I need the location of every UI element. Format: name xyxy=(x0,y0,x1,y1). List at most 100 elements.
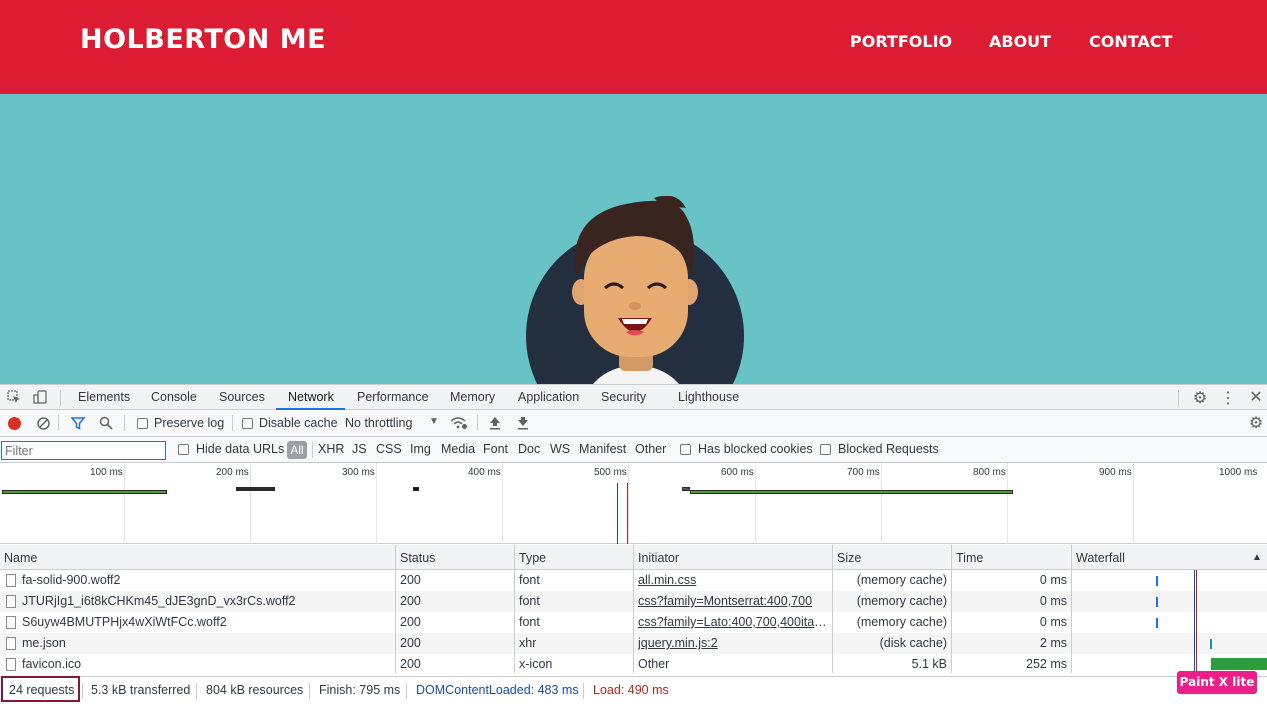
timeline-tick: 200 ms xyxy=(216,467,249,478)
column-header-initiator[interactable]: Initiator xyxy=(638,551,679,565)
request-time: 0 ms xyxy=(1039,615,1067,629)
request-name: fa-solid-900.woff2 xyxy=(22,573,121,587)
separator xyxy=(406,683,407,699)
avatar-illustration xyxy=(526,196,744,384)
record-icon[interactable] xyxy=(8,417,21,430)
separator xyxy=(1178,390,1179,406)
hide-data-urls-checkbox[interactable] xyxy=(178,444,189,455)
hero-section xyxy=(0,94,1267,384)
tab-elements[interactable]: Elements xyxy=(78,390,130,404)
tab-application[interactable]: Application xyxy=(518,390,579,404)
tab-lighthouse[interactable]: Lighthouse xyxy=(678,390,739,404)
request-name: S6uyw4BMUTPHjx4wXiWtFCc.woff2 xyxy=(22,615,227,629)
network-conditions-wifi-icon[interactable] xyxy=(450,415,468,431)
filter-input[interactable] xyxy=(1,441,166,460)
type-filter-doc[interactable]: Doc xyxy=(518,442,540,456)
network-settings-gear-icon[interactable]: ⚙ xyxy=(1247,414,1265,432)
timeline-tick: 100 ms xyxy=(90,467,123,478)
column-header-status[interactable]: Status xyxy=(400,551,435,565)
throttling-select[interactable]: No throttling xyxy=(345,416,412,430)
nav-contact-link[interactable]: CONTACT xyxy=(1089,32,1172,51)
type-filter-media[interactable]: Media xyxy=(441,442,475,456)
request-initiator-link[interactable]: css?family=Lato:400,700,400itali... xyxy=(638,615,828,629)
column-header-waterfall[interactable]: Waterfall xyxy=(1076,551,1125,565)
request-status: 200 xyxy=(400,594,421,608)
waterfall-bar xyxy=(1156,576,1158,586)
type-filter-other[interactable]: Other xyxy=(635,442,666,456)
filter-funnel-icon[interactable] xyxy=(70,415,86,431)
preserve-log-checkbox[interactable] xyxy=(137,418,148,429)
column-header-type[interactable]: Type xyxy=(519,551,546,565)
paint-x-lite-badge[interactable]: Paint X lite xyxy=(1177,671,1257,694)
search-icon[interactable] xyxy=(98,415,114,431)
type-filter-font[interactable]: Font xyxy=(483,442,508,456)
column-divider xyxy=(633,545,634,673)
site-title[interactable]: HOLBERTON ME xyxy=(80,24,326,55)
grid-line xyxy=(250,463,251,544)
separator xyxy=(309,683,310,699)
tab-memory[interactable]: Memory xyxy=(450,390,495,404)
request-type: font xyxy=(519,615,540,629)
file-icon xyxy=(6,658,16,671)
type-filter-css[interactable]: CSS xyxy=(376,442,402,456)
column-divider xyxy=(1071,545,1072,673)
nav-portfolio-link[interactable]: PORTFOLIO xyxy=(850,32,952,51)
request-size: (memory cache) xyxy=(856,594,947,608)
type-filter-all[interactable]: All xyxy=(287,441,307,459)
request-size: (disk cache) xyxy=(879,636,947,650)
timeline-tick: 400 ms xyxy=(468,467,501,478)
column-header-time[interactable]: Time xyxy=(956,551,983,565)
timeline-tick: 700 ms xyxy=(847,467,880,478)
import-har-upload-icon[interactable] xyxy=(488,415,502,431)
close-icon[interactable]: ✕ xyxy=(1248,388,1264,406)
finish-time: Finish: 795 ms xyxy=(319,683,401,697)
column-header-name[interactable]: Name xyxy=(4,551,37,565)
has-blocked-cookies-checkbox[interactable] xyxy=(680,444,691,455)
devtools-panel: Elements Console Sources Network Perform… xyxy=(0,384,1267,704)
type-filter-js[interactable]: JS xyxy=(352,442,367,456)
inspect-element-icon[interactable] xyxy=(6,389,22,405)
waterfall-bar xyxy=(1210,639,1212,649)
file-icon xyxy=(6,637,16,650)
device-toolbar-icon[interactable] xyxy=(32,389,48,405)
disable-cache-checkbox[interactable] xyxy=(242,418,253,429)
grid-line xyxy=(376,463,377,544)
load-time: Load: 490 ms xyxy=(593,683,669,697)
file-icon xyxy=(6,616,16,629)
tab-security[interactable]: Security xyxy=(601,390,646,404)
request-initiator-link[interactable]: all.min.css xyxy=(638,573,828,587)
disable-cache-label: Disable cache xyxy=(259,416,338,430)
grid-line xyxy=(1007,463,1008,544)
nav-about-link[interactable]: ABOUT xyxy=(989,32,1051,51)
clear-icon[interactable] xyxy=(35,415,51,431)
tab-network[interactable]: Network xyxy=(288,390,334,404)
type-filter-xhr[interactable]: XHR xyxy=(318,442,344,456)
type-filter-ws[interactable]: WS xyxy=(550,442,570,456)
export-har-download-icon[interactable] xyxy=(516,415,530,431)
timeline-tick: 800 ms xyxy=(973,467,1006,478)
grid-line xyxy=(881,463,882,544)
blocked-requests-checkbox[interactable] xyxy=(820,444,831,455)
column-divider xyxy=(395,545,396,673)
resources-size: 804 kB resources xyxy=(206,683,304,697)
tab-console[interactable]: Console xyxy=(151,390,197,404)
tab-performance[interactable]: Performance xyxy=(357,390,429,404)
transferred-size: 5.3 kB transferred xyxy=(91,683,191,697)
settings-gear-icon[interactable]: ⚙ xyxy=(1191,389,1209,407)
request-name: JTURjIg1_i6t8kCHKm45_dJE3gnD_vx3rCs.woff… xyxy=(22,594,296,608)
column-header-size[interactable]: Size xyxy=(837,551,861,565)
timeline-overview[interactable]: 100 ms 200 ms 300 ms 400 ms 500 ms 600 m… xyxy=(0,463,1267,544)
request-initiator-link[interactable]: jquery.min.js:2 xyxy=(638,636,828,650)
overview-request-bar xyxy=(690,490,1013,494)
separator xyxy=(477,415,478,431)
type-filter-img[interactable]: Img xyxy=(410,442,431,456)
chevron-down-icon[interactable]: ▼ xyxy=(429,416,439,427)
filter-bar: Hide data URLs All XHR JS CSS Img Media … xyxy=(0,437,1267,463)
more-options-icon[interactable]: ⋮ xyxy=(1220,389,1236,407)
sort-ascending-icon[interactable]: ▲ xyxy=(1252,552,1262,563)
request-status: 200 xyxy=(400,573,421,587)
tab-sources[interactable]: Sources xyxy=(219,390,265,404)
request-initiator-link[interactable]: css?family=Montserrat:400,700 xyxy=(638,594,828,608)
type-filter-manifest[interactable]: Manifest xyxy=(579,442,626,456)
overview-request-bar xyxy=(236,487,275,491)
